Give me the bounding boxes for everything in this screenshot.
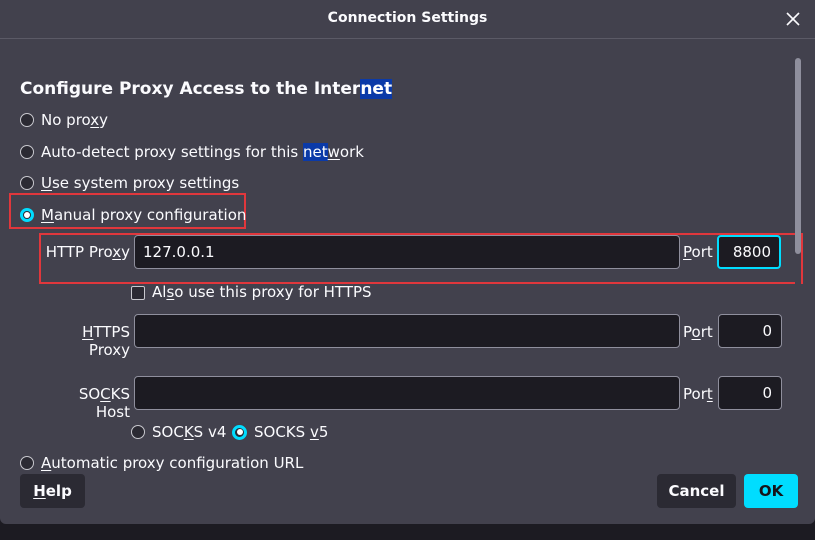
https-proxy-label: HTTPS Proxy bbox=[82, 323, 130, 359]
section-heading: Configure Proxy Access to the Internet bbox=[20, 79, 393, 99]
radio-auto-url[interactable]: Automatic proxy configuration URL bbox=[20, 452, 303, 474]
help-button[interactable]: Help bbox=[20, 474, 85, 508]
https-port-label: Port bbox=[683, 323, 713, 341]
scrollbar[interactable] bbox=[795, 58, 801, 472]
radio-button[interactable] bbox=[20, 456, 34, 470]
radio-button[interactable] bbox=[20, 145, 34, 159]
dialog-content: Configure Proxy Access to the Internet N… bbox=[0, 39, 803, 472]
socks-v5-label: SOCKS v5 bbox=[254, 423, 329, 441]
manual-label: Manual proxy configuration bbox=[41, 206, 247, 224]
scrollbar-thumb[interactable] bbox=[795, 58, 801, 254]
socks-port-label: Port bbox=[683, 385, 713, 403]
close-button[interactable] bbox=[783, 9, 803, 29]
connection-settings-dialog: Connection Settings Configure Proxy Acce… bbox=[0, 0, 815, 524]
radio-button-checked[interactable] bbox=[20, 208, 34, 222]
also-https-checkbox[interactable] bbox=[131, 286, 145, 300]
radio-button[interactable] bbox=[131, 425, 145, 439]
use-system-label: Use system proxy settings bbox=[41, 174, 240, 192]
radio-auto-detect[interactable]: Auto-detect proxy settings for this netw… bbox=[20, 141, 364, 163]
http-port-input[interactable]: 8800 bbox=[717, 235, 781, 269]
dialog-title: Connection Settings bbox=[327, 10, 488, 26]
auto-detect-label: Auto-detect proxy settings for this netw… bbox=[41, 143, 364, 161]
radio-socks-v4[interactable]: SOCKS v4 bbox=[131, 421, 226, 443]
title-bar: Connection Settings bbox=[0, 0, 815, 39]
radio-socks-v5[interactable]: SOCKS v5 bbox=[232, 421, 328, 443]
radio-manual[interactable]: Manual proxy configuration bbox=[20, 204, 246, 226]
http-proxy-label: HTTP Proxy bbox=[45, 243, 130, 261]
radio-button-checked[interactable] bbox=[232, 424, 247, 440]
ok-button[interactable]: OK bbox=[744, 474, 798, 508]
socks-v4-label: SOCKS v4 bbox=[152, 423, 227, 441]
cancel-button[interactable]: Cancel bbox=[657, 474, 736, 508]
auto-url-label: Automatic proxy configuration URL bbox=[41, 454, 304, 472]
no-proxy-label: No proxy bbox=[41, 111, 109, 129]
radio-button[interactable] bbox=[20, 176, 34, 190]
radio-no-proxy[interactable]: No proxy bbox=[20, 109, 108, 131]
socks-host-input[interactable] bbox=[134, 376, 680, 410]
http-port-label: Port bbox=[683, 243, 713, 261]
socks-host-label: SOCKS Host bbox=[78, 385, 130, 421]
radio-use-system[interactable]: Use system proxy settings bbox=[20, 172, 239, 194]
radio-button[interactable] bbox=[20, 113, 34, 127]
also-https-label: Also use this proxy for HTTPS bbox=[152, 283, 372, 301]
socks-port-input[interactable]: 0 bbox=[718, 376, 782, 410]
https-port-input[interactable]: 0 bbox=[718, 314, 782, 348]
close-icon bbox=[786, 12, 800, 26]
https-proxy-input[interactable] bbox=[134, 314, 680, 348]
http-proxy-input[interactable]: 127.0.0.1 bbox=[134, 235, 680, 269]
